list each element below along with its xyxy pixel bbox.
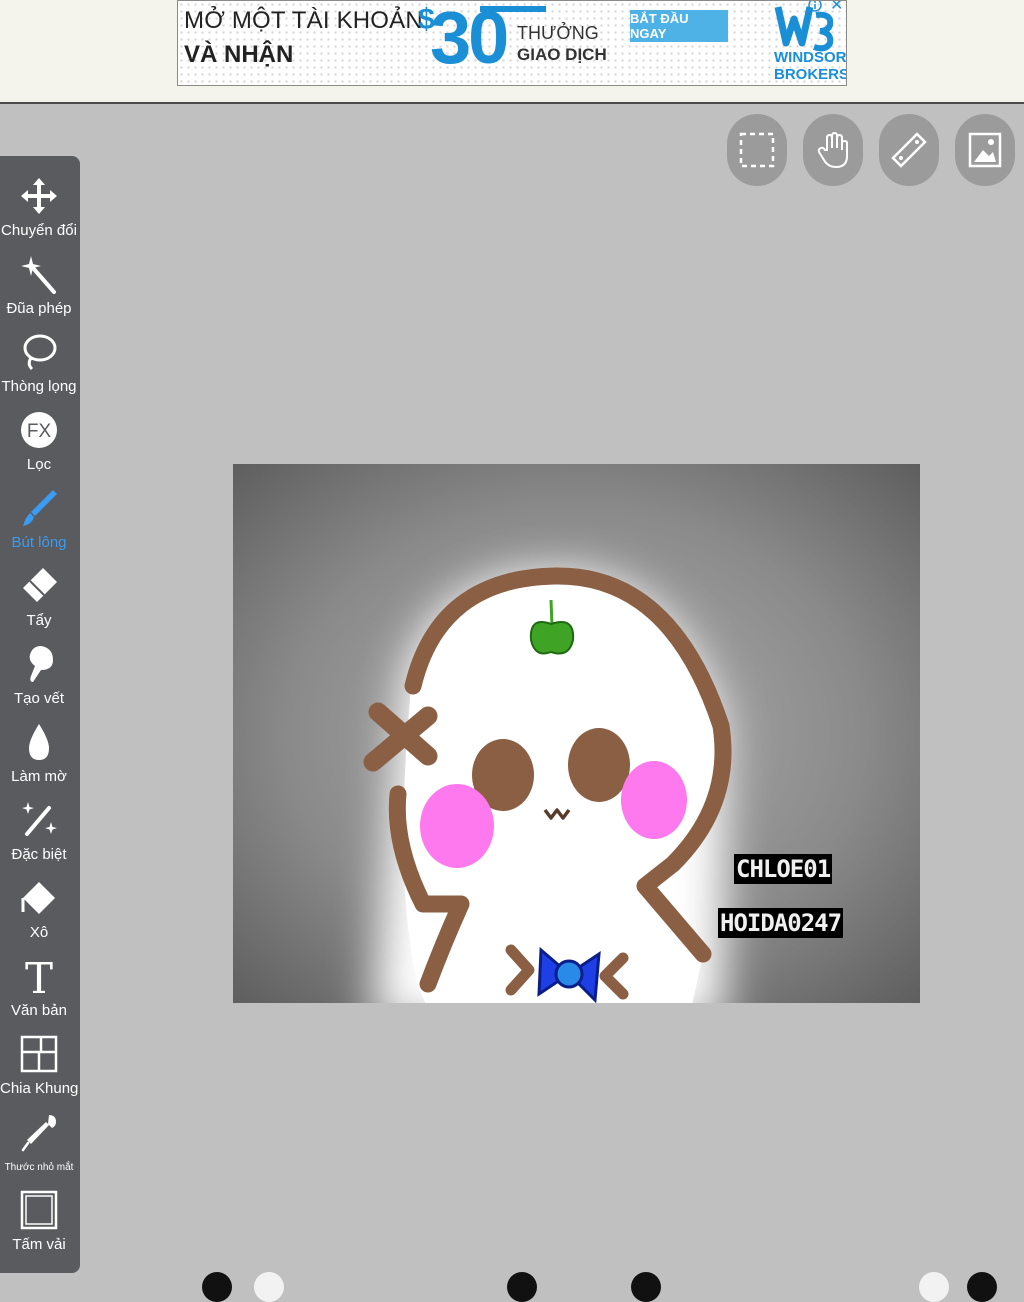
bottom-control[interactable]: [967, 1272, 997, 1302]
tool-lasso[interactable]: Thòng lọng: [0, 330, 78, 408]
watermark-signature: HOIDA0247: [718, 908, 844, 938]
text-icon: T: [25, 956, 53, 996]
ad-brand-line1: WINDSOR: [774, 49, 847, 66]
tool-label: Tấm vải: [12, 1236, 66, 1253]
tool-label: Thòng lọng: [1, 378, 77, 395]
ad-headline-line1: MỞ MỘT TÀI KHOẢN: [184, 7, 423, 34]
bucket-icon: [21, 882, 55, 914]
left-cheek: [420, 784, 494, 868]
bottom-control[interactable]: [919, 1272, 949, 1302]
tool-label: Đặc biệt: [11, 846, 67, 863]
tool-label: Đũa phép: [6, 300, 72, 317]
ad-amount: 30: [430, 0, 509, 79]
eraser-icon: [23, 568, 57, 602]
ad-bonus-line1: THƯỞNG: [517, 23, 599, 43]
tool-blur[interactable]: Làm mờ: [0, 720, 78, 798]
ruler-icon: [891, 132, 927, 168]
tool-smudge[interactable]: Tạo vết: [0, 642, 78, 720]
layers-button[interactable]: [955, 114, 1015, 186]
tool-eyedropper[interactable]: Thước nhỏ mắt: [0, 1110, 78, 1188]
tool-text[interactable]: T Văn bản: [0, 954, 78, 1032]
leaf-stem: [549, 599, 554, 627]
blur-icon: [29, 724, 49, 760]
tool-filter[interactable]: FX Lọc: [0, 408, 78, 486]
special-icon: [22, 802, 57, 836]
tool-label: Lọc: [26, 456, 52, 473]
right-eye: [568, 728, 630, 802]
ad-bonus-line2: GIAO DỊCH: [517, 45, 607, 64]
bottom-control[interactable]: [507, 1272, 537, 1302]
tool-label: Bút lông: [11, 534, 67, 551]
ad-info-icon[interactable]: [808, 0, 822, 12]
bottom-control[interactable]: [631, 1272, 661, 1302]
bow-center: [554, 959, 584, 989]
tool-canvas[interactable]: Tấm vải: [0, 1188, 78, 1266]
ad-brand-line2: BROKERS: [774, 66, 847, 83]
windsor-logo-icon: [774, 6, 834, 52]
tool-sidebar: Chuyển đổi Đũa phép Thòng lọng FX Lọc Bú…: [0, 156, 80, 1273]
eyedropper-icon: [21, 1115, 56, 1152]
tool-special[interactable]: Đặc biệt: [0, 798, 78, 876]
selection-button[interactable]: [727, 114, 787, 186]
fx-icon-text: FX: [27, 421, 52, 442]
ad-close-icon[interactable]: ✕: [830, 1, 843, 14]
frame-divider-icon: [20, 1035, 58, 1073]
tool-label: Văn bản: [11, 1002, 67, 1019]
layers-icon: [968, 132, 1002, 168]
tool-label: Chia Khung: [0, 1080, 79, 1097]
ad-banner[interactable]: MỞ MỘT TÀI KHOẢN VÀ NHẬN $ 30 THƯỞNG GIA…: [177, 0, 847, 86]
bottom-control[interactable]: [202, 1272, 232, 1302]
tool-label: Xô: [29, 924, 49, 941]
tool-label: Chuyển đổi: [1, 222, 77, 239]
watermark-signature: CHLOE01: [734, 854, 833, 884]
brush-icon: [23, 490, 57, 526]
tool-eraser[interactable]: Tẩy: [0, 564, 78, 642]
smudge-icon: [29, 646, 53, 682]
lasso-icon: [23, 334, 57, 371]
tool-transform[interactable]: Chuyển đổi: [0, 174, 78, 252]
tool-label: Tẩy: [26, 612, 52, 629]
bottom-control[interactable]: [254, 1272, 284, 1302]
tool-frame-divider[interactable]: Chia Khung: [0, 1032, 78, 1110]
tool-label: Tạo vết: [13, 690, 65, 707]
right-cheek: [621, 761, 687, 839]
hand-icon: [817, 131, 848, 169]
selection-icon: [739, 132, 775, 168]
tool-label: Thước nhỏ mắt: [4, 1162, 74, 1173]
ad-cta-button[interactable]: BẮT ĐẦU NGAY: [630, 10, 728, 42]
hand-tool-button[interactable]: [803, 114, 863, 186]
canvas-icon: [20, 1190, 58, 1230]
tool-magic-wand[interactable]: Đũa phép: [0, 252, 78, 330]
leaf: [529, 621, 575, 655]
ad-headline-line2: VÀ NHẬN: [184, 41, 294, 68]
magic-wand-icon: [21, 256, 56, 294]
ad-bar: MỞ MỘT TÀI KHOẢN VÀ NHẬN $ 30 THƯỞNG GIA…: [0, 0, 1024, 104]
ruler-button[interactable]: [879, 114, 939, 186]
tool-label: Làm mờ: [11, 768, 67, 785]
fx-icon: FX: [21, 412, 57, 448]
tool-bucket[interactable]: Xô: [0, 876, 78, 954]
drawing-canvas[interactable]: CHLOE01 HOIDA0247: [233, 464, 920, 1003]
tool-brush[interactable]: Bút lông: [0, 486, 78, 564]
text-icon-glyph: T: [25, 956, 53, 996]
move-icon: [21, 178, 57, 214]
